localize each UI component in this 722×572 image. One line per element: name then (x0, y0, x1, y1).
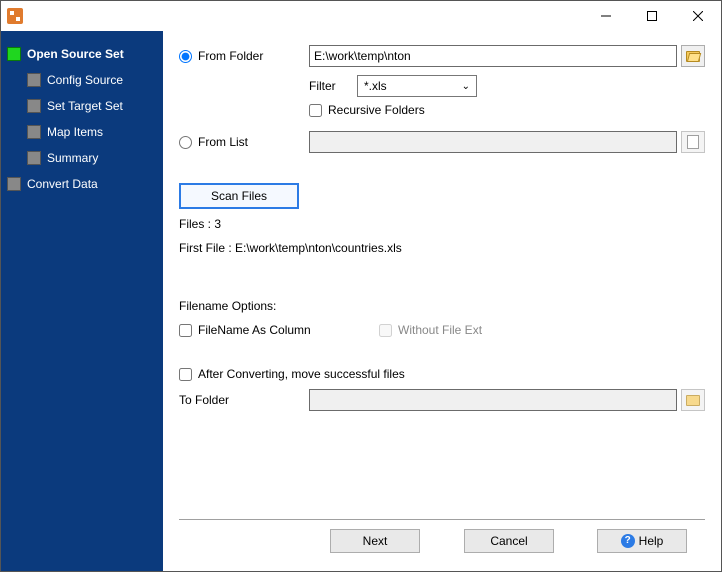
filter-value: *.xls (364, 79, 387, 93)
minimize-button[interactable] (583, 1, 629, 31)
maximize-button[interactable] (629, 1, 675, 31)
first-file-label: First File : E:\work\temp\nton\countries… (179, 241, 705, 255)
sidebar-item-label: Set Target Set (47, 99, 123, 113)
from-folder-radio[interactable] (179, 50, 192, 63)
filter-label: Filter (309, 79, 357, 93)
close-button[interactable] (675, 1, 721, 31)
step-status-icon (7, 47, 21, 61)
list-path-input (309, 131, 677, 153)
sidebar-item-label: Summary (47, 151, 98, 165)
wizard-sidebar: Open Source Set Config Source Set Target… (1, 31, 163, 571)
browse-folder-button[interactable] (681, 45, 705, 67)
recursive-folders-checkbox[interactable] (309, 104, 322, 117)
help-button[interactable]: ? Help (597, 529, 687, 553)
footer: Next Cancel ? Help (179, 519, 705, 561)
help-icon: ? (621, 534, 635, 548)
sidebar-item-convert-data[interactable]: Convert Data (1, 171, 163, 197)
step-status-icon (7, 177, 21, 191)
app-icon (7, 8, 23, 24)
files-count-label: Files : 3 (179, 217, 705, 231)
from-list-label: From List (198, 135, 248, 149)
recursive-folders-label: Recursive Folders (328, 103, 425, 117)
browse-list-button (681, 131, 705, 153)
folder-icon (686, 395, 700, 406)
chevron-down-icon: ⌄ (462, 81, 470, 92)
sidebar-item-set-target-set[interactable]: Set Target Set (1, 93, 163, 119)
from-list-radio[interactable] (179, 136, 192, 149)
without-file-ext-checkbox (379, 324, 392, 337)
to-folder-input (309, 389, 677, 411)
step-status-icon (27, 73, 41, 87)
help-label: Help (639, 534, 664, 548)
app-window: Open Source Set Config Source Set Target… (0, 0, 722, 572)
step-status-icon (27, 99, 41, 113)
scan-files-button[interactable]: Scan Files (179, 183, 299, 209)
after-converting-move-checkbox[interactable] (179, 368, 192, 381)
without-file-ext-label: Without File Ext (398, 323, 482, 337)
sidebar-item-label: Map Items (47, 125, 103, 139)
sidebar-item-summary[interactable]: Summary (1, 145, 163, 171)
filename-as-column-checkbox[interactable] (179, 324, 192, 337)
next-button[interactable]: Next (330, 529, 420, 553)
step-status-icon (27, 125, 41, 139)
to-folder-label: To Folder (179, 393, 229, 407)
sidebar-item-open-source-set[interactable]: Open Source Set (1, 41, 163, 67)
folder-open-icon (686, 51, 700, 62)
sidebar-item-label: Convert Data (27, 177, 98, 191)
filename-options-heading: Filename Options: (179, 299, 705, 313)
document-icon (687, 135, 699, 149)
sidebar-item-config-source[interactable]: Config Source (1, 67, 163, 93)
sidebar-item-map-items[interactable]: Map Items (1, 119, 163, 145)
main-panel: From Folder Filter *.xls ⌄ Rec (163, 31, 721, 571)
filter-combo[interactable]: *.xls ⌄ (357, 75, 477, 97)
cancel-button[interactable]: Cancel (464, 529, 554, 553)
sidebar-item-label: Config Source (47, 73, 123, 87)
titlebar (1, 1, 721, 31)
folder-path-input[interactable] (309, 45, 677, 67)
after-converting-move-label: After Converting, move successful files (198, 367, 405, 381)
step-status-icon (27, 151, 41, 165)
from-folder-label: From Folder (198, 49, 263, 63)
filename-as-column-label: FileName As Column (198, 323, 311, 337)
sidebar-item-label: Open Source Set (27, 47, 124, 61)
browse-to-folder-button (681, 389, 705, 411)
